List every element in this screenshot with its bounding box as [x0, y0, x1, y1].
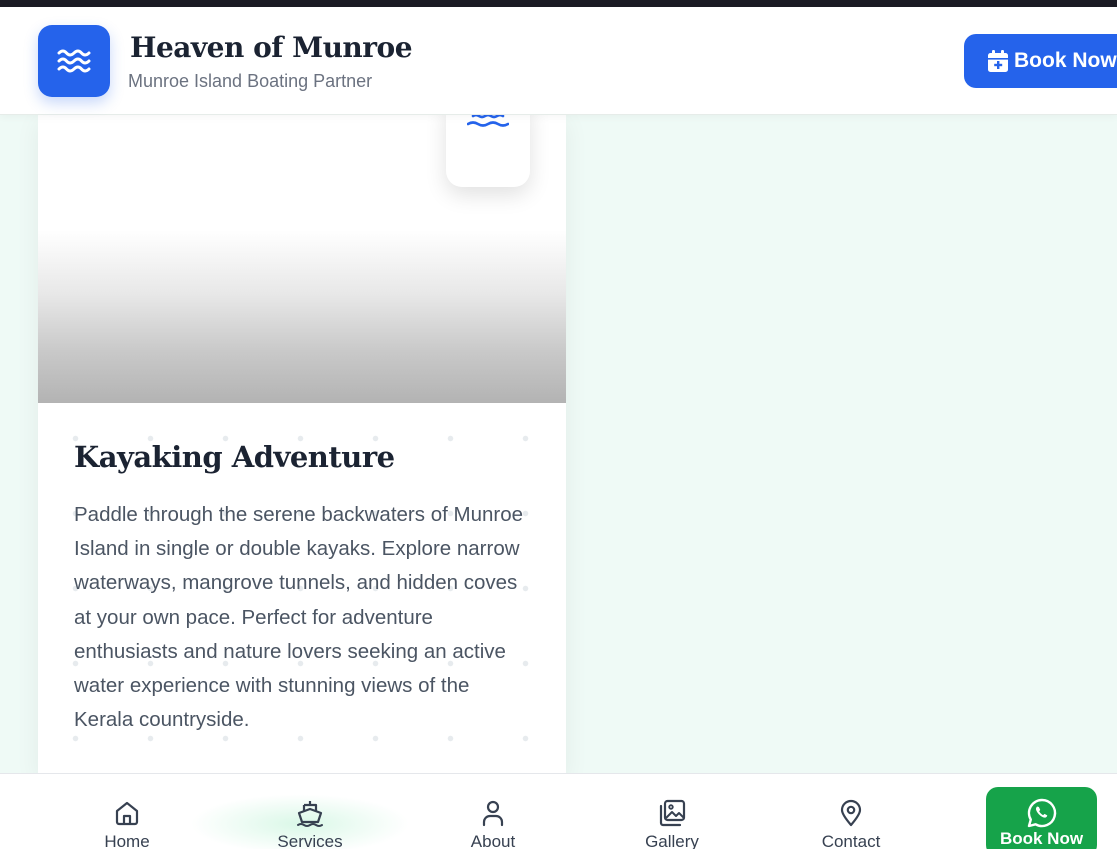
whatsapp-icon	[1027, 798, 1056, 828]
nav-item-home[interactable]: Home	[67, 798, 187, 849]
nav-label-about: About	[470, 832, 516, 849]
whatsapp-book-button[interactable]: Book Now	[986, 787, 1097, 849]
whatsapp-button-label: Book Now	[999, 829, 1084, 848]
card-description: Paddle through the serene backwaters of …	[74, 503, 523, 732]
nav-label-services: Services	[277, 832, 343, 849]
logo[interactable]	[38, 25, 110, 97]
brand-subtitle: Munroe Island Boating Partner	[128, 71, 373, 91]
book-now-label: Book Now	[1014, 49, 1117, 72]
site-header: Heaven of Munroe Munroe Island Boating P…	[0, 7, 1117, 115]
nav-item-contact[interactable]: Contact	[791, 798, 911, 849]
nav-item-gallery[interactable]: Gallery	[612, 798, 732, 849]
service-card: Kayaking Adventure Paddle through the se…	[38, 115, 566, 775]
nav-label-gallery: Gallery	[645, 832, 699, 849]
map-pin-icon	[840, 799, 862, 827]
top-strip	[0, 0, 1117, 7]
nav-label-contact: Contact	[821, 832, 881, 849]
waves-icon	[57, 49, 91, 73]
nav-item-about[interactable]: About	[433, 798, 553, 849]
nav-label-home: Home	[104, 832, 150, 849]
card-title: Kayaking Adventure	[74, 440, 395, 474]
ship-icon	[297, 801, 323, 827]
nav-item-services[interactable]: Services	[250, 798, 370, 849]
service-badge	[446, 115, 530, 187]
images-icon	[659, 799, 686, 827]
home-icon	[115, 801, 139, 826]
user-icon	[482, 800, 504, 827]
book-now-button[interactable]: Book Now	[964, 34, 1117, 88]
bottom-navigation: Home Services About Gallery Contact Book…	[0, 773, 1117, 849]
brand-title[interactable]: Heaven of Munroe	[130, 31, 413, 64]
calendar-plus-icon	[988, 50, 1008, 72]
water-icon	[467, 115, 509, 127]
